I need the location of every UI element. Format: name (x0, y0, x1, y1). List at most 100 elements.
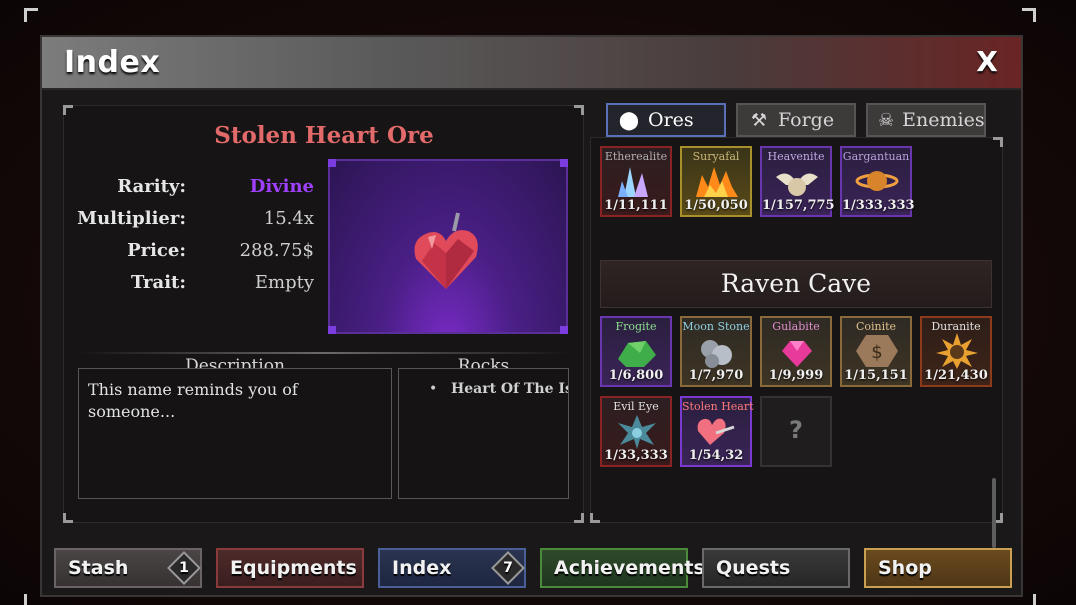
ore-preview (328, 159, 568, 334)
tab-ores[interactable]: ⬤ Ores (606, 103, 726, 137)
ore-card-gulabite[interactable]: Gulabite 1/9,999 (760, 316, 832, 387)
spiky-eye-icon (618, 415, 656, 449)
index-badge: 7 (491, 551, 525, 585)
ore-card-locked[interactable]: ? (760, 396, 832, 467)
ore-card-name: Stolen Heart (682, 400, 754, 413)
frame-corner (1022, 8, 1036, 22)
ore-card-chance: 1/50,050 (684, 198, 748, 213)
ore-card-name: Evil Eye (613, 400, 659, 413)
ore-card-moon-stone[interactable]: Moon Stone 1/7,970 (680, 316, 752, 387)
button-label: Shop (878, 557, 932, 579)
divider (78, 352, 570, 354)
tab-forge[interactable]: ⚒ Forge (736, 103, 856, 137)
ore-card-chance: 1/54,32 (688, 448, 744, 463)
badge-count: 7 (503, 560, 513, 576)
ore-card-chance: 1/15,151 (844, 368, 908, 383)
description-text: This name reminds you of someone... (88, 380, 298, 421)
badge-count: 1 (179, 560, 189, 576)
ore-card-chance: 1/9,999 (768, 368, 824, 383)
multiplier-label: Multiplier: (77, 208, 186, 229)
frame-corner (24, 594, 38, 605)
ore-name: Stolen Heart Ore (214, 122, 434, 149)
unknown-ore-icon: ? (789, 416, 803, 444)
ore-card-name: Moon Stone (682, 320, 750, 333)
ore-card-stolen-heart[interactable]: Stolen Heart 1/54,32 (680, 396, 754, 467)
ore-card-gargantuan[interactable]: Gargantuan 1/333,333 (840, 146, 915, 217)
ore-card-etherealite[interactable]: Etherealite 1/11,111 (600, 146, 672, 217)
price-label: Price: (127, 240, 186, 261)
ore-card-coinite[interactable]: Coinite $ 1/15,151 (840, 316, 912, 387)
panel-corner (993, 137, 1003, 147)
rarity-label: Rarity: (117, 176, 186, 197)
multiplier-value: 15.4x (263, 208, 314, 229)
ore-card-chance: 1/157,775 (762, 198, 835, 213)
area-title: Raven Cave (600, 260, 992, 308)
stash-badge: 1 (167, 551, 201, 585)
ore-card-name: Frogite (615, 320, 657, 333)
ore-icon: ⬤ (618, 109, 640, 131)
frame-corner (1022, 594, 1036, 605)
bullet: • (429, 381, 438, 397)
ore-card-chance: 1/21,430 (924, 368, 988, 383)
sun-ore-icon (936, 333, 978, 369)
achievements-button[interactable]: Achievements (540, 548, 705, 588)
button-label: Stash (68, 557, 129, 579)
ore-card-name: Gargantuan (842, 150, 910, 163)
ore-card-name: Duranite (931, 320, 981, 333)
flame-icon (696, 167, 738, 197)
coin-icon: $ (856, 335, 898, 367)
ore-card-chance: 1/33,333 (604, 448, 668, 463)
tab-label: Ores (648, 109, 694, 131)
index-button[interactable]: Index 7 (378, 548, 526, 588)
frame-corner (24, 8, 38, 22)
tab-enemies[interactable]: ☠ Enemies (866, 103, 986, 137)
ore-card-name: Coinite (855, 320, 897, 333)
rock-item[interactable]: Heart Of The Isla (451, 381, 568, 397)
ore-grid-panel: Etherealite 1/11,111 Suryafal 1/50,050 H… (590, 137, 1003, 548)
price-value: 288.75$ (239, 240, 314, 261)
panel-corner (574, 105, 584, 115)
index-window: Index X Stolen Heart Ore Rarity: Divine … (40, 35, 1023, 597)
title-bar: Index X (42, 37, 1021, 90)
button-label: Achievements (554, 557, 705, 579)
tab-label: Enemies (902, 109, 985, 131)
ore-card-chance: 1/6,800 (608, 368, 664, 383)
description-box: This name reminds you of someone... (78, 368, 392, 499)
heart-ore-icon (697, 418, 735, 445)
ore-card-name: Suryafal (692, 150, 740, 163)
ore-card-evil-eye[interactable]: Evil Eye 1/33,333 (600, 396, 672, 467)
panel-corner (63, 513, 73, 523)
rarity-value: Divine (249, 176, 314, 197)
frog-ore-icon (618, 341, 656, 367)
ore-card-frogite[interactable]: Frogite 1/6,800 (600, 316, 672, 387)
hammer-icon: ⚒ (750, 109, 768, 131)
ore-card-chance: 1/7,970 (688, 368, 744, 383)
ore-card-heavenite[interactable]: Heavenite 1/157,775 (760, 146, 835, 217)
scrollbar[interactable] (992, 478, 996, 548)
svg-text:$: $ (871, 342, 882, 363)
moon-stone-icon (701, 340, 732, 368)
trait-label: Trait: (130, 272, 186, 293)
crystal-icon (618, 167, 648, 197)
close-button[interactable]: X (972, 45, 1002, 81)
panel-corner (63, 105, 73, 115)
equipments-button[interactable]: Equipments (216, 548, 364, 588)
shop-button[interactable]: Shop (864, 548, 1012, 588)
panel-corner (590, 513, 600, 523)
ore-card-chance: 1/333,333 (842, 198, 915, 213)
stash-button[interactable]: Stash 1 (54, 548, 202, 588)
ore-card-name: Etherealite (604, 150, 668, 163)
gem-icon (782, 341, 812, 367)
panel-corner (574, 513, 584, 523)
quests-button[interactable]: Quests (702, 548, 850, 588)
button-label: Index (392, 557, 452, 579)
ore-card-chance: 1/11,111 (604, 198, 668, 213)
ore-card-duranite[interactable]: Duranite 1/21,430 (920, 316, 992, 387)
skull-icon: ☠ (878, 109, 895, 131)
ore-card-name: Gulabite (772, 320, 820, 333)
ore-card-suryafal[interactable]: Suryafal 1/50,050 (680, 146, 752, 217)
heart-ore-icon (414, 212, 478, 289)
rocks-list[interactable]: • Heart Of The Isla (398, 368, 569, 499)
ore-detail-panel: Stolen Heart Ore Rarity: Divine Multipli… (63, 105, 584, 523)
button-label: Equipments (230, 557, 357, 579)
